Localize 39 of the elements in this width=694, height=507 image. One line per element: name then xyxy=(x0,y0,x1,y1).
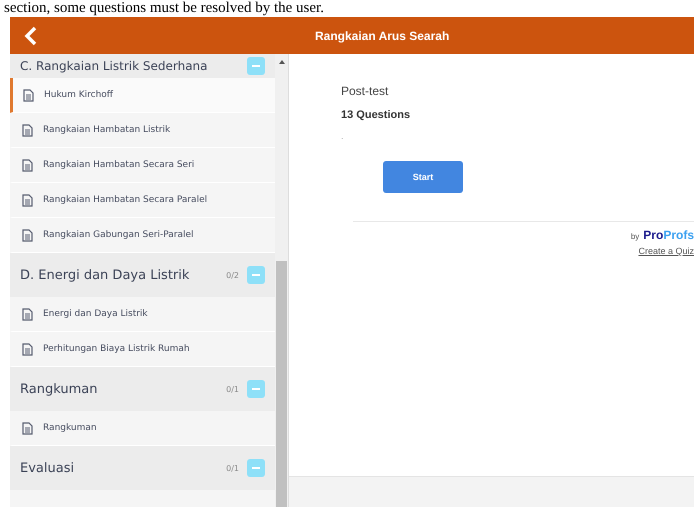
section-title: D. Energi dan Daya Listrik xyxy=(20,268,190,282)
page-title: Rangkaian Arus Searah xyxy=(314,28,450,42)
section-title: Evaluasi xyxy=(20,460,76,476)
section-header[interactable]: Rangkuman 0/1 xyxy=(10,367,275,411)
document-icon xyxy=(22,342,33,356)
section-header[interactable]: Evaluasi 0/1 xyxy=(10,446,275,490)
document-icon xyxy=(22,308,33,320)
lesson-item[interactable]: Rangkaian Hambatan Secara Paralel xyxy=(10,183,275,218)
collapse-toggle[interactable] xyxy=(247,380,265,398)
progress-count: 0/2 xyxy=(226,270,239,280)
document-icon xyxy=(22,228,33,242)
document-icon xyxy=(22,124,33,136)
lesson-item[interactable]: Rangkaian Hambatan Secara Seri xyxy=(10,148,275,183)
quiz-title: Post-test xyxy=(341,84,390,98)
create-quiz-link[interactable]: Create a Quiz xyxy=(638,246,694,256)
document-icon xyxy=(22,422,33,434)
section-title: C. Rangkaian Listrik Sederhana xyxy=(20,59,209,73)
lesson-item[interactable]: Rangkaian Hambatan Listrik xyxy=(10,113,275,148)
progress-count: 0/1 xyxy=(226,464,239,472)
start-button[interactable]: Start xyxy=(383,161,463,193)
document-icon xyxy=(23,88,34,102)
brand-logo[interactable]: ProProfs xyxy=(643,228,694,242)
lesson-item[interactable]: Hukum Kirchoff xyxy=(10,78,275,113)
by-text: by xyxy=(630,232,640,241)
collapse-toggle[interactable] xyxy=(247,266,265,284)
back-icon[interactable] xyxy=(24,26,38,46)
collapse-toggle[interactable] xyxy=(247,459,265,477)
lesson-item[interactable]: Energi dan Daya Listrik xyxy=(10,297,275,332)
progress-count: 0/1 xyxy=(226,384,239,394)
section-header[interactable]: C. Rangkaian Listrik Sederhana xyxy=(10,54,275,78)
caption-text: section, some questions must be resolved by the user. xyxy=(3,0,325,17)
document-icon xyxy=(22,158,33,172)
scrollbar-thumb[interactable] xyxy=(276,261,287,507)
section-header[interactable]: D. Energi dan Daya Listrik 0/2 xyxy=(10,253,275,297)
quiz-description: . xyxy=(341,131,345,141)
collapse-toggle[interactable] xyxy=(247,57,265,75)
section-title: Rangkuman xyxy=(20,382,98,396)
question-count: 13 Questions xyxy=(341,109,412,121)
document-icon xyxy=(22,194,33,206)
